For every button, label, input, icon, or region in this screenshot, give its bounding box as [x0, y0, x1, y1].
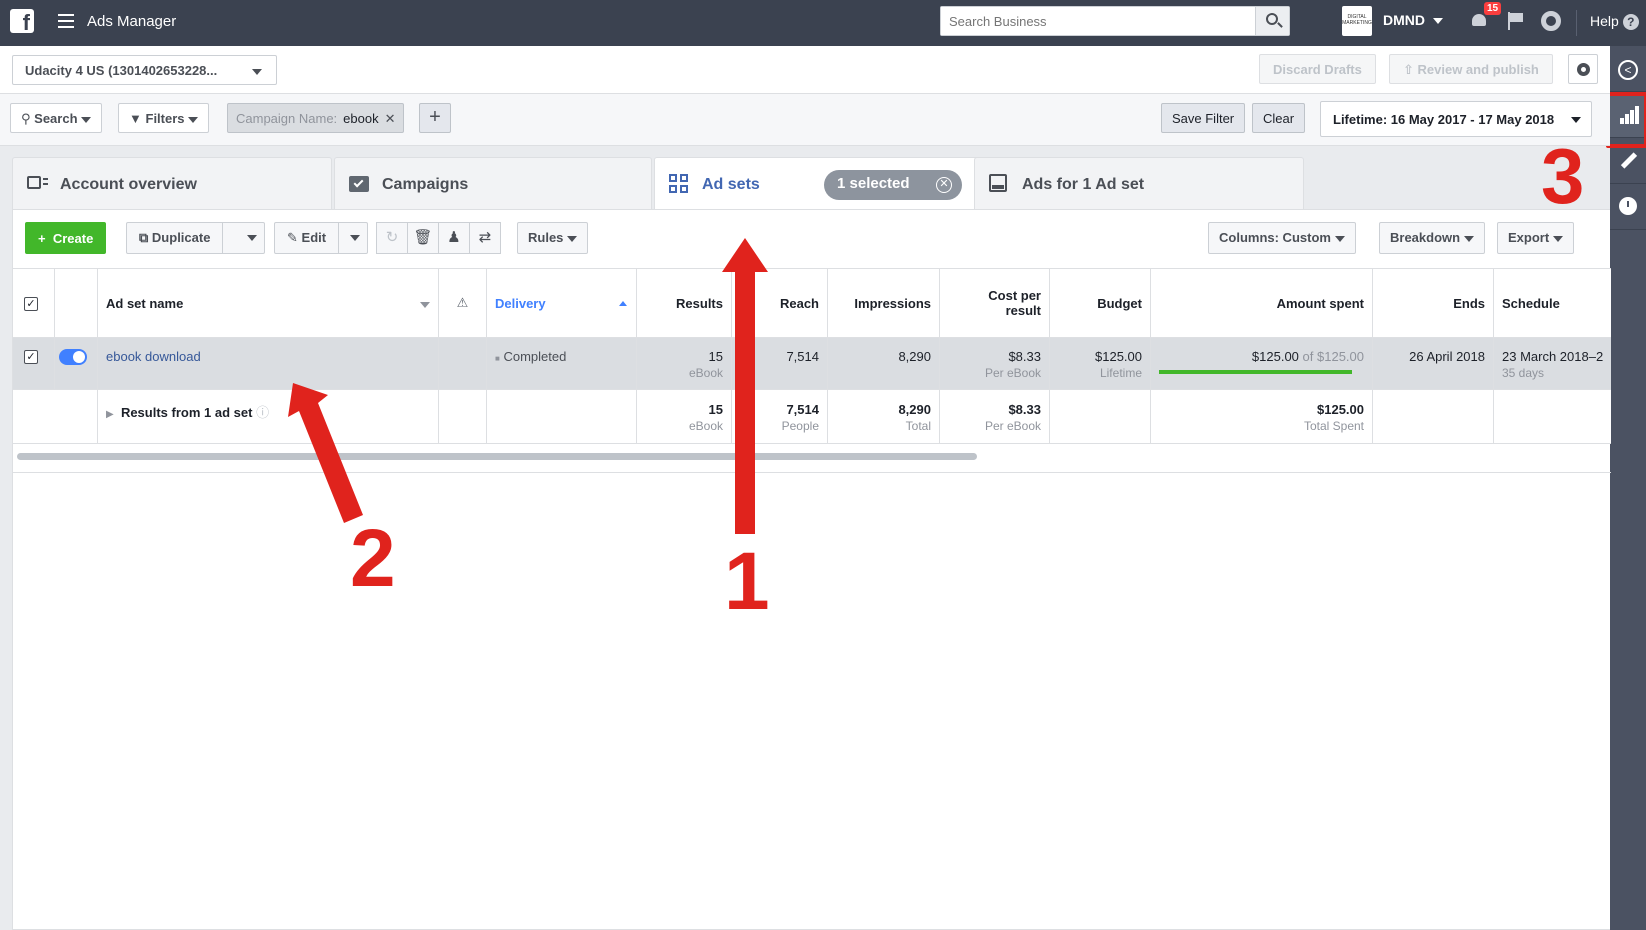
annotation-number-1: 1	[724, 536, 770, 627]
annotation-arrows	[288, 238, 768, 534]
annotation-number-2: 2	[350, 513, 396, 604]
annotation-number-3: 3	[1541, 132, 1585, 220]
arrow-2	[288, 383, 363, 523]
arrow-1	[722, 238, 768, 534]
